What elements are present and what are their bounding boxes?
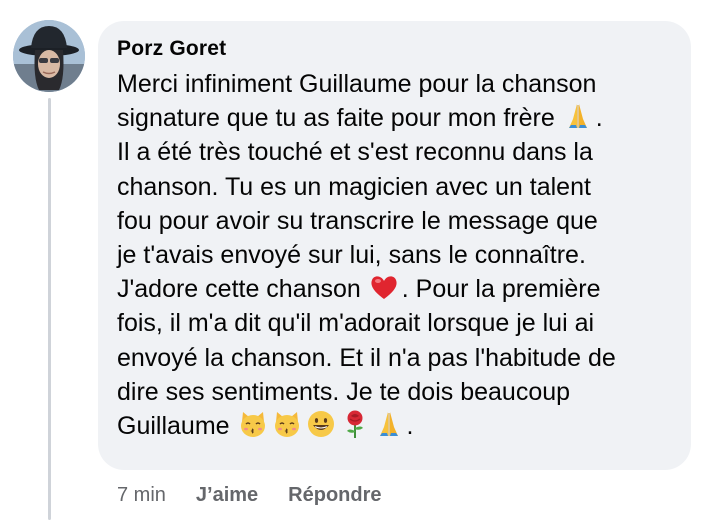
- comment-text-line: envoyé la chanson. Et il n'a pas l'habit…: [117, 341, 681, 375]
- comment-text-segment: je t'avais envoyé sur lui, sans le conna…: [117, 241, 586, 270]
- comment-author[interactable]: Porz Goret: [117, 37, 226, 61]
- comment-text-line: Guillaume .: [117, 409, 681, 443]
- comment-actions: 7 min J’aime Répondre: [117, 484, 412, 507]
- comment-text-line: dire ses sentiments. Je te dois beaucoup: [117, 375, 681, 409]
- comment-text-segment: fou pour avoir su transcrire le message …: [117, 206, 598, 235]
- like-button[interactable]: J’aime: [196, 484, 258, 507]
- comment-bubble: Porz Goret Merci infiniment Guillaume po…: [98, 21, 691, 470]
- comment-text-segment: dire ses sentiments. Je te dois beaucoup: [117, 377, 571, 406]
- grinning-face-emoji-icon: [306, 409, 336, 439]
- comment-text-line: Merci infiniment Guillaume pour la chans…: [117, 67, 681, 101]
- rose-emoji-icon: [340, 409, 370, 439]
- comment-text-line: je t'avais envoyé sur lui, sans le conna…: [117, 238, 681, 272]
- comment-text-segment: chanson. Tu es un magicien avec un talen…: [117, 172, 591, 201]
- comment-text-line: Il a été très touché et s'est reconnu da…: [117, 135, 681, 169]
- comment-text-segment: envoyé la chanson. Et il n'a pas l'habit…: [117, 343, 616, 372]
- comment-text-segment: fois, il m'a dit qu'il m'adorait lorsque…: [117, 309, 595, 338]
- comment-text-line: fou pour avoir su transcrire le message …: [117, 204, 681, 238]
- comment-text-line: J'adore cette chanson . Pour la première: [117, 272, 681, 306]
- comment-body: Merci infiniment Guillaume pour la chans…: [117, 67, 681, 443]
- comment-text-segment: Guillaume: [117, 412, 237, 441]
- thread-connector-line: [48, 98, 51, 520]
- kissing-cat-emoji-icon: [272, 409, 302, 439]
- red-heart-emoji-icon: [369, 272, 399, 302]
- comment-text-segment: .: [595, 104, 603, 133]
- comment-text-segment: . Pour la première: [401, 275, 601, 304]
- folded-hands-emoji-icon: [374, 409, 404, 439]
- reply-button[interactable]: Répondre: [288, 484, 381, 507]
- comment-text-segment: J'adore cette chanson: [117, 275, 368, 304]
- comment-text-segment: Il a été très touché et s'est reconnu da…: [117, 138, 593, 167]
- comment-text-segment: Merci infiniment Guillaume pour la chans…: [117, 70, 597, 98]
- avatar[interactable]: [13, 20, 85, 92]
- folded-hands-emoji-icon: [563, 101, 593, 131]
- comment-text-segment: .: [406, 412, 414, 441]
- comment-text-line: signature que tu as faite pour mon frère…: [117, 101, 681, 135]
- comment-text-line: fois, il m'a dit qu'il m'adorait lorsque…: [117, 306, 681, 340]
- kissing-cat-emoji-icon: [238, 409, 268, 439]
- comment-text-segment: signature que tu as faite pour mon frère: [117, 104, 562, 133]
- comment-timestamp[interactable]: 7 min: [117, 484, 166, 507]
- comment-thread: Porz Goret Merci infiniment Guillaume po…: [0, 0, 714, 520]
- comment-text-line: chanson. Tu es un magicien avec un talen…: [117, 170, 681, 204]
